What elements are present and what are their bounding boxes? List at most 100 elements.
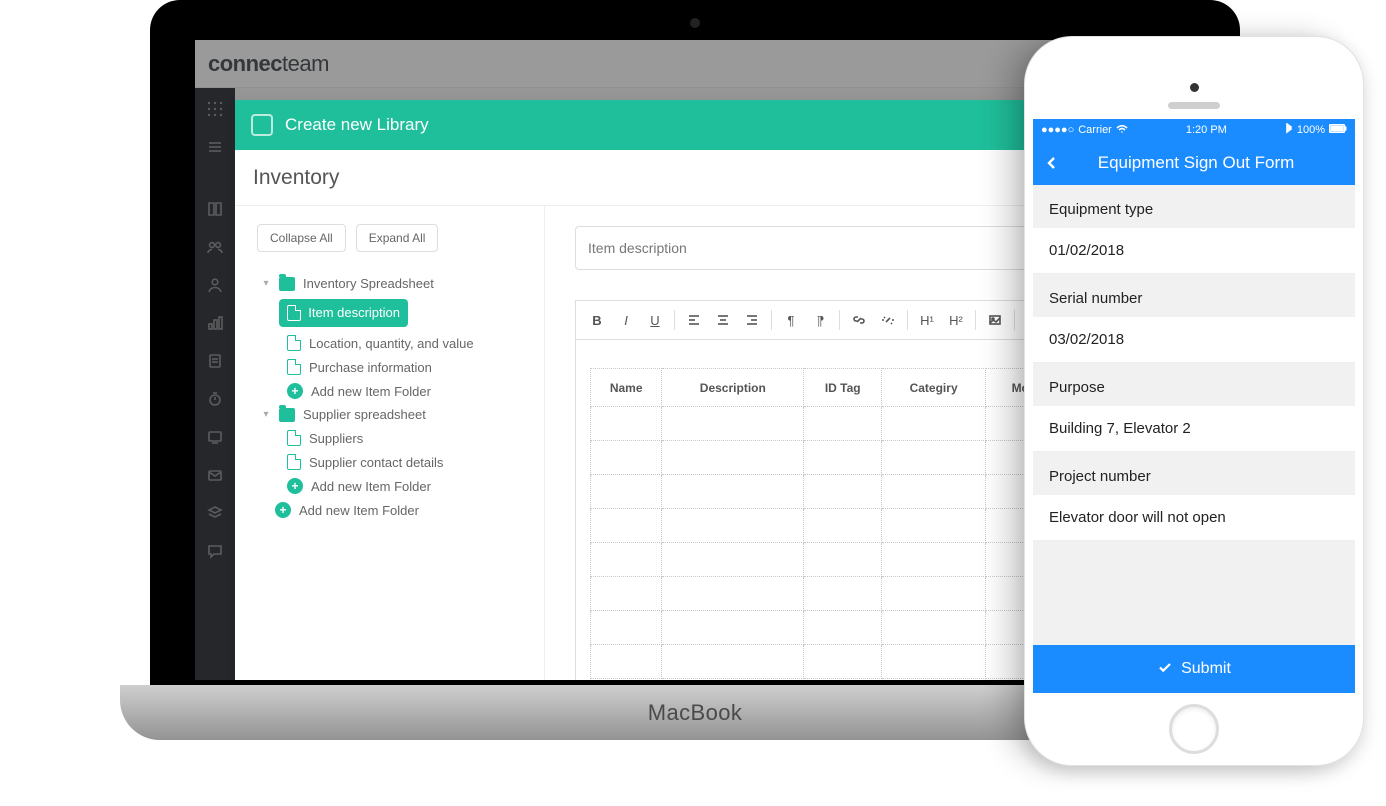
phone-form[interactable]: Equipment type01/02/2018Serial number03/… <box>1033 185 1355 645</box>
file-icon <box>287 305 301 321</box>
table-cell[interactable] <box>591 475 662 509</box>
table-cell[interactable] <box>662 407 804 441</box>
table-cell[interactable] <box>591 611 662 645</box>
tree-item[interactable]: Location, quantity, and value <box>247 331 532 355</box>
table-cell[interactable] <box>804 577 882 611</box>
folder-tree: ▾ Inventory Spreadsheet Item descriptio <box>247 272 532 522</box>
link-icon[interactable] <box>846 307 872 333</box>
table-cell[interactable] <box>882 543 986 577</box>
paragraph-icon[interactable]: ¶ <box>778 307 804 333</box>
tree-item[interactable]: Supplier contact details <box>247 450 532 474</box>
table-cell[interactable] <box>662 543 804 577</box>
folder-icon <box>279 277 295 291</box>
align-right-icon[interactable] <box>739 307 765 333</box>
item-label: Purchase information <box>309 360 432 375</box>
wifi-icon <box>1116 124 1128 137</box>
table-cell[interactable] <box>804 543 882 577</box>
underline-icon[interactable]: U <box>642 307 668 333</box>
input-placeholder: Item description <box>588 240 687 256</box>
table-cell[interactable] <box>662 577 804 611</box>
item-label: Add new Item Folder <box>311 479 431 494</box>
plus-icon: + <box>287 383 303 399</box>
phone-status-bar: ●●●●○ Carrier 1:20 PM 100% <box>1033 119 1355 141</box>
phone-device: ●●●●○ Carrier 1:20 PM 100% Equipment Sig… <box>1024 36 1364 766</box>
table-cell[interactable] <box>882 611 986 645</box>
image-icon[interactable] <box>982 307 1008 333</box>
italic-icon[interactable]: I <box>613 307 639 333</box>
table-cell[interactable] <box>591 645 662 679</box>
caret-down-icon: ▾ <box>261 410 271 420</box>
tree-add-item[interactable]: + Add new Item Folder <box>247 474 532 498</box>
item-label: Supplier contact details <box>309 455 443 470</box>
table-cell[interactable] <box>662 509 804 543</box>
table-cell[interactable] <box>591 577 662 611</box>
bold-icon[interactable]: B <box>584 307 610 333</box>
plus-icon: + <box>287 478 303 494</box>
carrier-label: Carrier <box>1078 124 1112 136</box>
table-cell[interactable] <box>662 441 804 475</box>
phone-title: Equipment Sign Out Form <box>1045 153 1347 173</box>
tree-add-item[interactable]: + Add new Item Folder <box>247 379 532 403</box>
table-cell[interactable] <box>662 475 804 509</box>
item-label: Suppliers <box>309 431 363 446</box>
table-header: ID Tag <box>804 369 882 407</box>
form-field-value[interactable]: Elevator door will not open <box>1033 495 1355 541</box>
file-icon <box>287 335 301 351</box>
form-field-label: Project number <box>1033 452 1355 495</box>
signal-icon: ●●●●○ <box>1041 124 1074 136</box>
tree-folder-supplier[interactable]: ▾ Supplier spreadsheet <box>247 403 532 426</box>
submit-button[interactable]: Submit <box>1033 645 1355 693</box>
item-label: Item description <box>308 305 400 321</box>
macbook-label: MacBook <box>648 700 743 726</box>
table-cell[interactable] <box>882 577 986 611</box>
expand-all-button[interactable]: Expand All <box>356 224 439 252</box>
form-field-value[interactable]: Building 7, Elevator 2 <box>1033 406 1355 452</box>
phone-title-bar: Equipment Sign Out Form <box>1033 141 1355 185</box>
tree-item[interactable]: Suppliers <box>247 426 532 450</box>
align-center-icon[interactable] <box>710 307 736 333</box>
battery-label: 100% <box>1297 124 1325 136</box>
table-cell[interactable] <box>804 441 882 475</box>
tree-item-active[interactable]: Item description <box>247 295 532 331</box>
file-icon <box>287 454 301 470</box>
table-cell[interactable] <box>882 509 986 543</box>
tree-panel: Collapse All Expand All ▾ Inventory Spre… <box>235 206 545 680</box>
table-cell[interactable] <box>591 441 662 475</box>
table-header: Description <box>662 369 804 407</box>
table-cell[interactable] <box>804 509 882 543</box>
tree-folder-inventory[interactable]: ▾ Inventory Spreadsheet <box>247 272 532 295</box>
tree-item[interactable]: Purchase information <box>247 355 532 379</box>
table-cell[interactable] <box>591 509 662 543</box>
table-cell[interactable] <box>804 645 882 679</box>
folder-label: Inventory Spreadsheet <box>303 276 434 291</box>
status-time: 1:20 PM <box>1132 124 1281 136</box>
table-cell[interactable] <box>804 475 882 509</box>
file-icon <box>287 359 301 375</box>
unlink-icon[interactable] <box>875 307 901 333</box>
home-button[interactable] <box>1169 704 1219 754</box>
table-cell[interactable] <box>804 611 882 645</box>
h1-icon[interactable]: H¹ <box>914 307 940 333</box>
phone-home-area <box>1025 693 1363 765</box>
h2-icon[interactable]: H² <box>943 307 969 333</box>
form-field-value[interactable]: 03/02/2018 <box>1033 317 1355 363</box>
tree-add-root[interactable]: + Add new Item Folder <box>247 498 532 522</box>
table-cell[interactable] <box>882 407 986 441</box>
form-field-label: Equipment type <box>1033 185 1355 228</box>
table-cell[interactable] <box>591 543 662 577</box>
table-cell[interactable] <box>591 407 662 441</box>
paragraph-rtl-icon[interactable]: ¶ <box>807 307 833 333</box>
folder-icon <box>279 408 295 422</box>
table-cell[interactable] <box>882 475 986 509</box>
table-cell[interactable] <box>662 645 804 679</box>
phone-speaker-icon <box>1168 102 1220 109</box>
collapse-all-button[interactable]: Collapse All <box>257 224 346 252</box>
table-cell[interactable] <box>882 645 986 679</box>
library-icon <box>251 114 273 136</box>
align-left-icon[interactable] <box>681 307 707 333</box>
form-field-value[interactable]: 01/02/2018 <box>1033 228 1355 274</box>
table-cell[interactable] <box>662 611 804 645</box>
library-name: Inventory <box>253 166 339 190</box>
table-cell[interactable] <box>804 407 882 441</box>
table-cell[interactable] <box>882 441 986 475</box>
